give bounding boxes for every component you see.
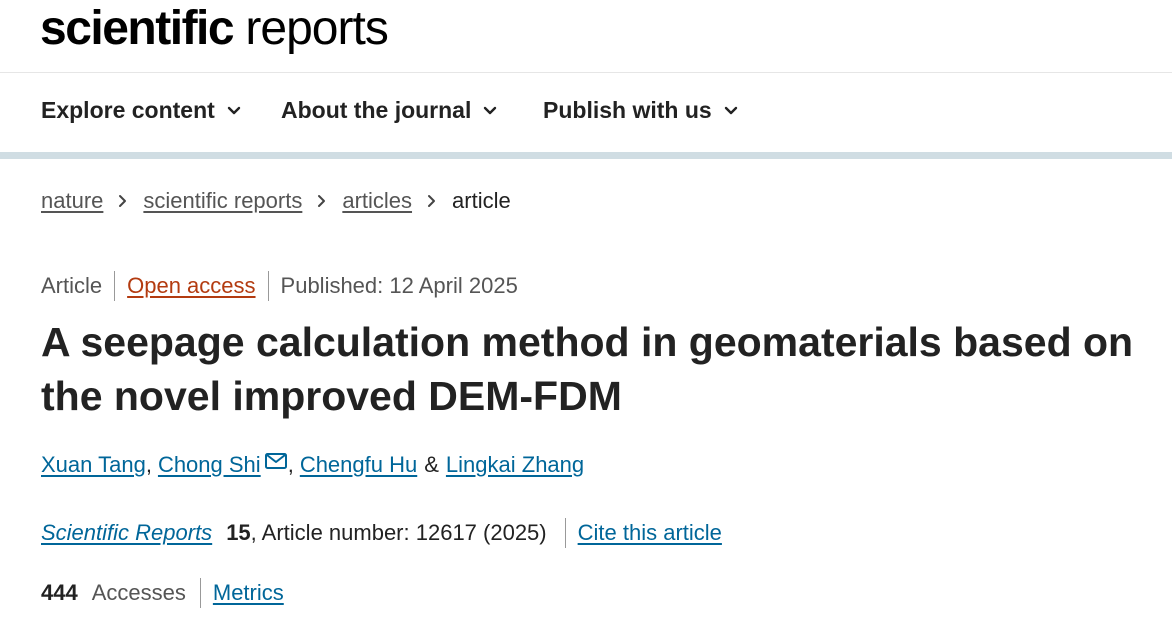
chevron-right-icon	[318, 195, 326, 207]
nav-about-journal-label: About the journal	[281, 97, 472, 123]
author-link[interactable]: Chengfu Hu	[300, 452, 417, 478]
citation-divider	[564, 518, 566, 548]
logo-word-scientific: scientific	[40, 2, 235, 55]
citation-row: Scientific Reports 15 , Article number: …	[41, 518, 722, 548]
volume-number: 15	[226, 520, 251, 545]
nav-publish-with-us-label: Publish with us	[543, 97, 712, 123]
meta-divider	[267, 271, 269, 301]
access-count: 444	[41, 580, 78, 605]
site-header: scientific reports	[0, 0, 1172, 73]
open-access-link[interactable]: Open access	[127, 273, 255, 299]
site-logo[interactable]: scientific reports	[40, 0, 389, 58]
nav-about-journal[interactable]: About the journal	[281, 97, 499, 124]
nav-publish-with-us[interactable]: Publish with us	[543, 97, 740, 124]
metrics-link[interactable]: Metrics	[213, 580, 284, 606]
author-separator: ,	[287, 452, 294, 477]
metrics-row: 444 Accesses Metrics	[41, 578, 284, 608]
author-separator: ,	[145, 452, 152, 477]
article-title: A seepage calculation method in geomater…	[41, 319, 1134, 419]
mail-icon[interactable]	[264, 452, 288, 470]
journal-link[interactable]: Scientific Reports	[41, 520, 212, 546]
author-list: Xuan Tang , Chong Shi , Chengfu Hu & Lin…	[41, 452, 584, 478]
breadcrumb-scientific-reports[interactable]: scientific reports	[143, 188, 302, 214]
nav-divider	[0, 152, 1172, 159]
breadcrumb-articles[interactable]: articles	[342, 188, 412, 214]
chevron-down-icon	[724, 106, 737, 114]
article-number: , Article number: 12617 (2025)	[250, 520, 547, 545]
published-date: Published: 12 April 2025	[280, 273, 518, 298]
logo-word-reports: reports	[245, 2, 388, 55]
article-meta: Article Open access Published: 12 April …	[41, 271, 518, 301]
chevron-down-icon	[484, 106, 497, 114]
accesses-label: Accesses	[91, 580, 186, 605]
breadcrumb-current: article	[452, 188, 511, 213]
main-nav: Explore content About the journal Publis…	[0, 73, 1172, 153]
nav-explore-content[interactable]: Explore content	[41, 97, 243, 124]
nav-explore-content-label: Explore content	[41, 97, 215, 123]
metrics-divider	[199, 578, 201, 608]
author-ampersand: &	[424, 452, 439, 477]
author-link[interactable]: Xuan Tang	[41, 452, 146, 478]
breadcrumb-nature[interactable]: nature	[41, 188, 103, 214]
chevron-right-icon	[428, 195, 436, 207]
meta-divider	[114, 271, 116, 301]
breadcrumb: nature scientific reports articles artic…	[41, 188, 511, 214]
chevron-down-icon	[227, 106, 241, 114]
chevron-right-icon	[119, 195, 127, 207]
author-link[interactable]: Lingkai Zhang	[446, 452, 584, 478]
cite-this-article-link[interactable]: Cite this article	[578, 520, 722, 546]
article-type: Article	[41, 273, 103, 298]
author-link[interactable]: Chong Shi	[158, 452, 261, 478]
